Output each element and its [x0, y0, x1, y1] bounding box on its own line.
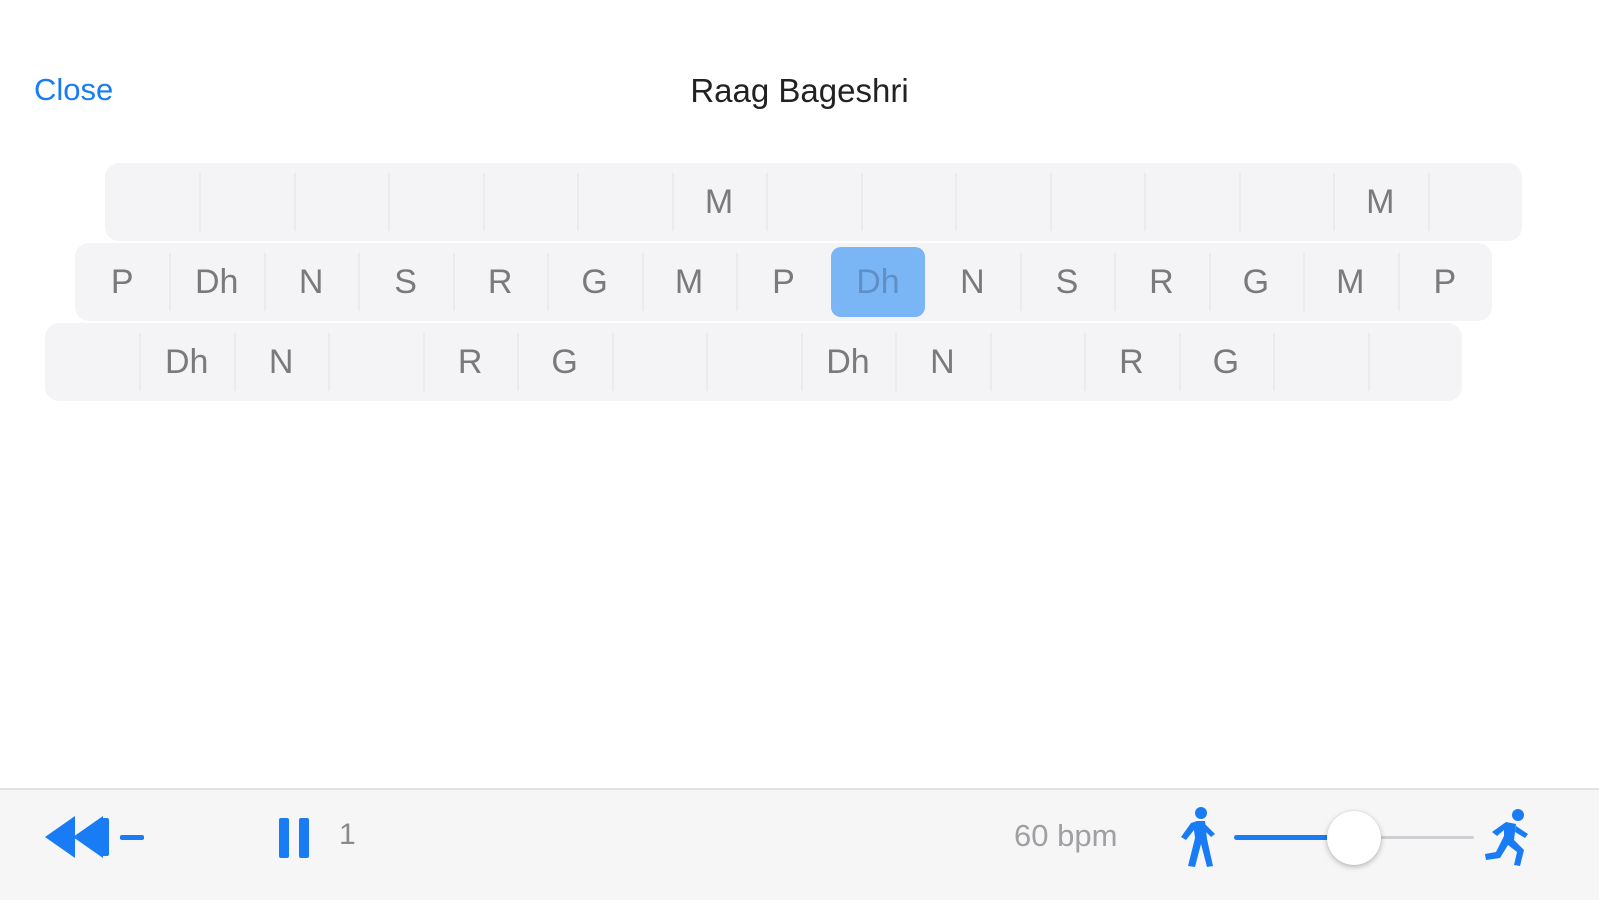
- note-cell[interactable]: P: [736, 243, 830, 321]
- tempo-label: 60 bpm: [1014, 818, 1118, 853]
- rewind-icon: [45, 816, 109, 858]
- rewind-button[interactable]: [45, 814, 110, 860]
- note-cell[interactable]: G: [1178, 323, 1273, 401]
- run-icon[interactable]: [1482, 808, 1530, 868]
- note-cell[interactable]: M: [641, 243, 736, 321]
- note-cell[interactable]: [955, 163, 1049, 241]
- note-cell[interactable]: [1144, 163, 1238, 241]
- note-cell[interactable]: N: [925, 243, 1019, 321]
- note-cell[interactable]: [577, 163, 671, 241]
- beat-counter: 1: [339, 818, 356, 851]
- note-cell[interactable]: [1273, 323, 1367, 401]
- note-cell[interactable]: R: [1114, 243, 1208, 321]
- note-cell[interactable]: [199, 163, 293, 241]
- note-cell[interactable]: [388, 163, 482, 241]
- note-cell[interactable]: [611, 323, 706, 401]
- note-cell[interactable]: Dh: [139, 323, 233, 401]
- note-cell[interactable]: [1238, 163, 1333, 241]
- note-cell[interactable]: M: [1333, 163, 1427, 241]
- note-cell[interactable]: G: [517, 323, 611, 401]
- note-cell[interactable]: R: [1084, 323, 1178, 401]
- note-cell[interactable]: [989, 323, 1084, 401]
- slider-thumb[interactable]: [1327, 811, 1381, 865]
- note-cell[interactable]: P: [1397, 243, 1492, 321]
- raag-screen: Close Raag Bageshri MM P Dh N S R G M P Dh N S R G M P…: [0, 0, 1599, 900]
- note-cell[interactable]: [482, 163, 577, 241]
- tempo-slider[interactable]: [1234, 811, 1474, 865]
- note-cell[interactable]: S: [358, 243, 452, 321]
- note-cell[interactable]: [293, 163, 388, 241]
- note-cell[interactable]: [1367, 323, 1462, 401]
- note-cell[interactable]: [45, 323, 139, 401]
- navigation-bar: Close Raag Bageshri: [0, 0, 1599, 150]
- note-cell-active[interactable]: Dh: [830, 247, 926, 317]
- note-cell[interactable]: Dh: [800, 323, 895, 401]
- note-cell[interactable]: G: [547, 243, 641, 321]
- note-cell[interactable]: G: [1208, 243, 1303, 321]
- playback-toolbar: 1 60 bpm: [0, 788, 1599, 900]
- note-cell[interactable]: R: [452, 243, 547, 321]
- note-row-lower: Dh N R G Dh N R G: [45, 323, 1462, 401]
- note-row-upper: MM: [105, 163, 1522, 241]
- pause-button[interactable]: [279, 818, 309, 858]
- note-cell[interactable]: M: [1303, 243, 1397, 321]
- note-cell[interactable]: [766, 163, 860, 241]
- note-cell[interactable]: [105, 163, 199, 241]
- note-cell[interactable]: [860, 163, 955, 241]
- note-cell[interactable]: S: [1019, 243, 1114, 321]
- note-cell[interactable]: R: [422, 323, 517, 401]
- note-cell[interactable]: [1049, 163, 1144, 241]
- page-title: Raag Bageshri: [690, 72, 909, 109]
- note-cell[interactable]: [328, 323, 422, 401]
- note-cell[interactable]: N: [895, 323, 989, 401]
- note-row-middle: P Dh N S R G M P Dh N S R G M P: [75, 243, 1492, 321]
- note-cell[interactable]: [1427, 163, 1522, 241]
- note-cell[interactable]: [706, 323, 800, 401]
- note-cell[interactable]: M: [671, 163, 766, 241]
- note-cell[interactable]: N: [263, 243, 358, 321]
- note-cell[interactable]: N: [233, 323, 328, 401]
- pause-icon: [279, 818, 289, 858]
- minus-icon[interactable]: [120, 835, 144, 840]
- walk-icon[interactable]: [1177, 806, 1221, 868]
- note-cell[interactable]: P: [75, 243, 169, 321]
- note-cell[interactable]: Dh: [169, 243, 263, 321]
